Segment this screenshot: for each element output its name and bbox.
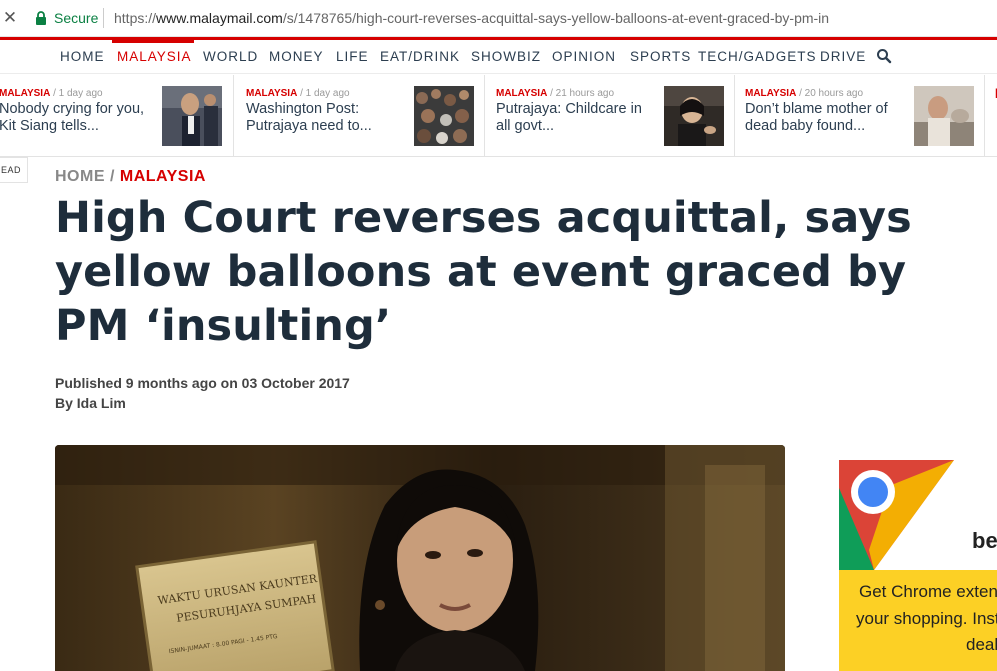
trending-thumbnail[interactable]: [414, 86, 474, 146]
trending-section: MALAYSIA: [246, 88, 298, 99]
secure-label: Secure: [54, 10, 99, 26]
trending-meta: MALAYSIA / 20 hours ago: [745, 88, 863, 100]
main-nav: HOME MALAYSIA WORLD MONEY LIFE EAT/DRINK…: [0, 40, 997, 74]
trending-meta: MALAYSIA / 21 hours ago: [496, 88, 614, 100]
lock-icon: [36, 11, 46, 25]
trending-thumbnail[interactable]: [664, 86, 724, 146]
trending-section: MALAYSIA: [496, 88, 548, 99]
trending-card-partial[interactable]: |: [984, 75, 997, 157]
published-date: Published 9 months ago on 03 October 201…: [55, 375, 350, 391]
nav-item-tech-gadgets[interactable]: TECH/GADGETS: [698, 49, 817, 65]
active-nav-indicator: [112, 40, 194, 43]
nav-item-drive[interactable]: DRIVE: [820, 49, 866, 65]
browser-address-bar: ✕ Secure https://www.malaymail.com/s/147…: [0, 0, 997, 37]
close-icon[interactable]: ✕: [2, 8, 18, 28]
breadcrumb-separator: /: [109, 168, 115, 185]
trending-headline[interactable]: Don’t blame mother of dead baby found...: [745, 101, 905, 135]
author[interactable]: By Ida Lim: [55, 393, 350, 413]
nav-item-showbiz[interactable]: SHOWBIZ: [471, 49, 541, 65]
trending-section: MALAYSIA: [0, 88, 51, 99]
breadcrumb-section[interactable]: MALAYSIA: [120, 168, 206, 185]
nav-item-opinion[interactable]: OPINION: [552, 49, 616, 65]
lead-tag: EAD: [0, 157, 28, 183]
trending-card[interactable]: MALAYSIA / 1 day ago Washington Post: Pu…: [234, 75, 485, 157]
url-scheme: https://: [114, 10, 157, 26]
trending-card[interactable]: MALAYSIA / 1 day ago Nobody crying for y…: [0, 75, 234, 157]
trending-time: / 20 hours ago: [799, 88, 864, 99]
nav-item-money[interactable]: MONEY: [269, 49, 324, 65]
trending-time: / 1 day ago: [300, 88, 350, 99]
nav-item-malaysia[interactable]: MALAYSIA: [117, 49, 192, 65]
url-field[interactable]: https://www.malaymail.com/s/1478765/high…: [114, 9, 829, 27]
nav-item-eat-drink[interactable]: EAT/DRINK: [380, 49, 460, 65]
hero-image[interactable]: WAKTU URUSAN KAUNTER PESURUHJAYA SUMPAH …: [55, 445, 785, 671]
ad-partial-word: be: [972, 528, 997, 553]
trending-strip: MALAYSIA / 1 day ago Nobody crying for y…: [0, 75, 997, 157]
article-byline: Published 9 months ago on 03 October 201…: [55, 373, 350, 413]
trending-thumbnail[interactable]: [162, 86, 222, 146]
trending-headline[interactable]: Putrajaya: Childcare in all govt...: [496, 101, 656, 135]
trending-thumbnail[interactable]: [914, 86, 974, 146]
nav-item-world[interactable]: WORLD: [203, 49, 258, 65]
trending-time: / 21 hours ago: [550, 88, 615, 99]
trending-headline[interactable]: Nobody crying for you, Kit Siang tells..…: [0, 101, 159, 135]
breadcrumb: HOME / MALAYSIA: [55, 167, 206, 187]
ad-line3: deal: [966, 635, 997, 654]
nav-item-sports[interactable]: SPORTS: [630, 49, 691, 65]
trending-meta: MALAYSIA / 1 day ago: [0, 88, 103, 100]
address-separator: [103, 8, 104, 28]
trending-card[interactable]: MALAYSIA / 20 hours ago Don’t blame moth…: [734, 75, 985, 157]
url-host: www.malaymail.com: [156, 10, 283, 26]
trending-card[interactable]: MALAYSIA / 21 hours ago Putrajaya: Child…: [484, 75, 735, 157]
ad-line1: Get Chrome extens: [859, 582, 997, 601]
trending-section: MALAYSIA: [745, 88, 797, 99]
chrome-extension-ad[interactable]: be Get Chrome extens your shopping. Inst…: [839, 460, 997, 671]
nav-item-life[interactable]: LIFE: [336, 49, 369, 65]
breadcrumb-home[interactable]: HOME: [55, 168, 105, 185]
trending-time: / 1 day ago: [53, 88, 103, 99]
url-path: /s/1478765/high-court-reverses-acquittal…: [282, 10, 830, 26]
article-title: High Court reverses acquittal, says yell…: [55, 193, 912, 351]
trending-meta: MALAYSIA / 1 day ago: [246, 88, 350, 100]
search-icon[interactable]: [876, 48, 892, 64]
nav-item-home[interactable]: HOME: [60, 49, 105, 65]
hero-photo: WAKTU URUSAN KAUNTER PESURUHJAYA SUMPAH …: [55, 445, 785, 671]
trending-headline[interactable]: Washington Post: Putrajaya need to...: [246, 101, 406, 135]
ad-line2: your shopping. Insta: [856, 609, 997, 628]
